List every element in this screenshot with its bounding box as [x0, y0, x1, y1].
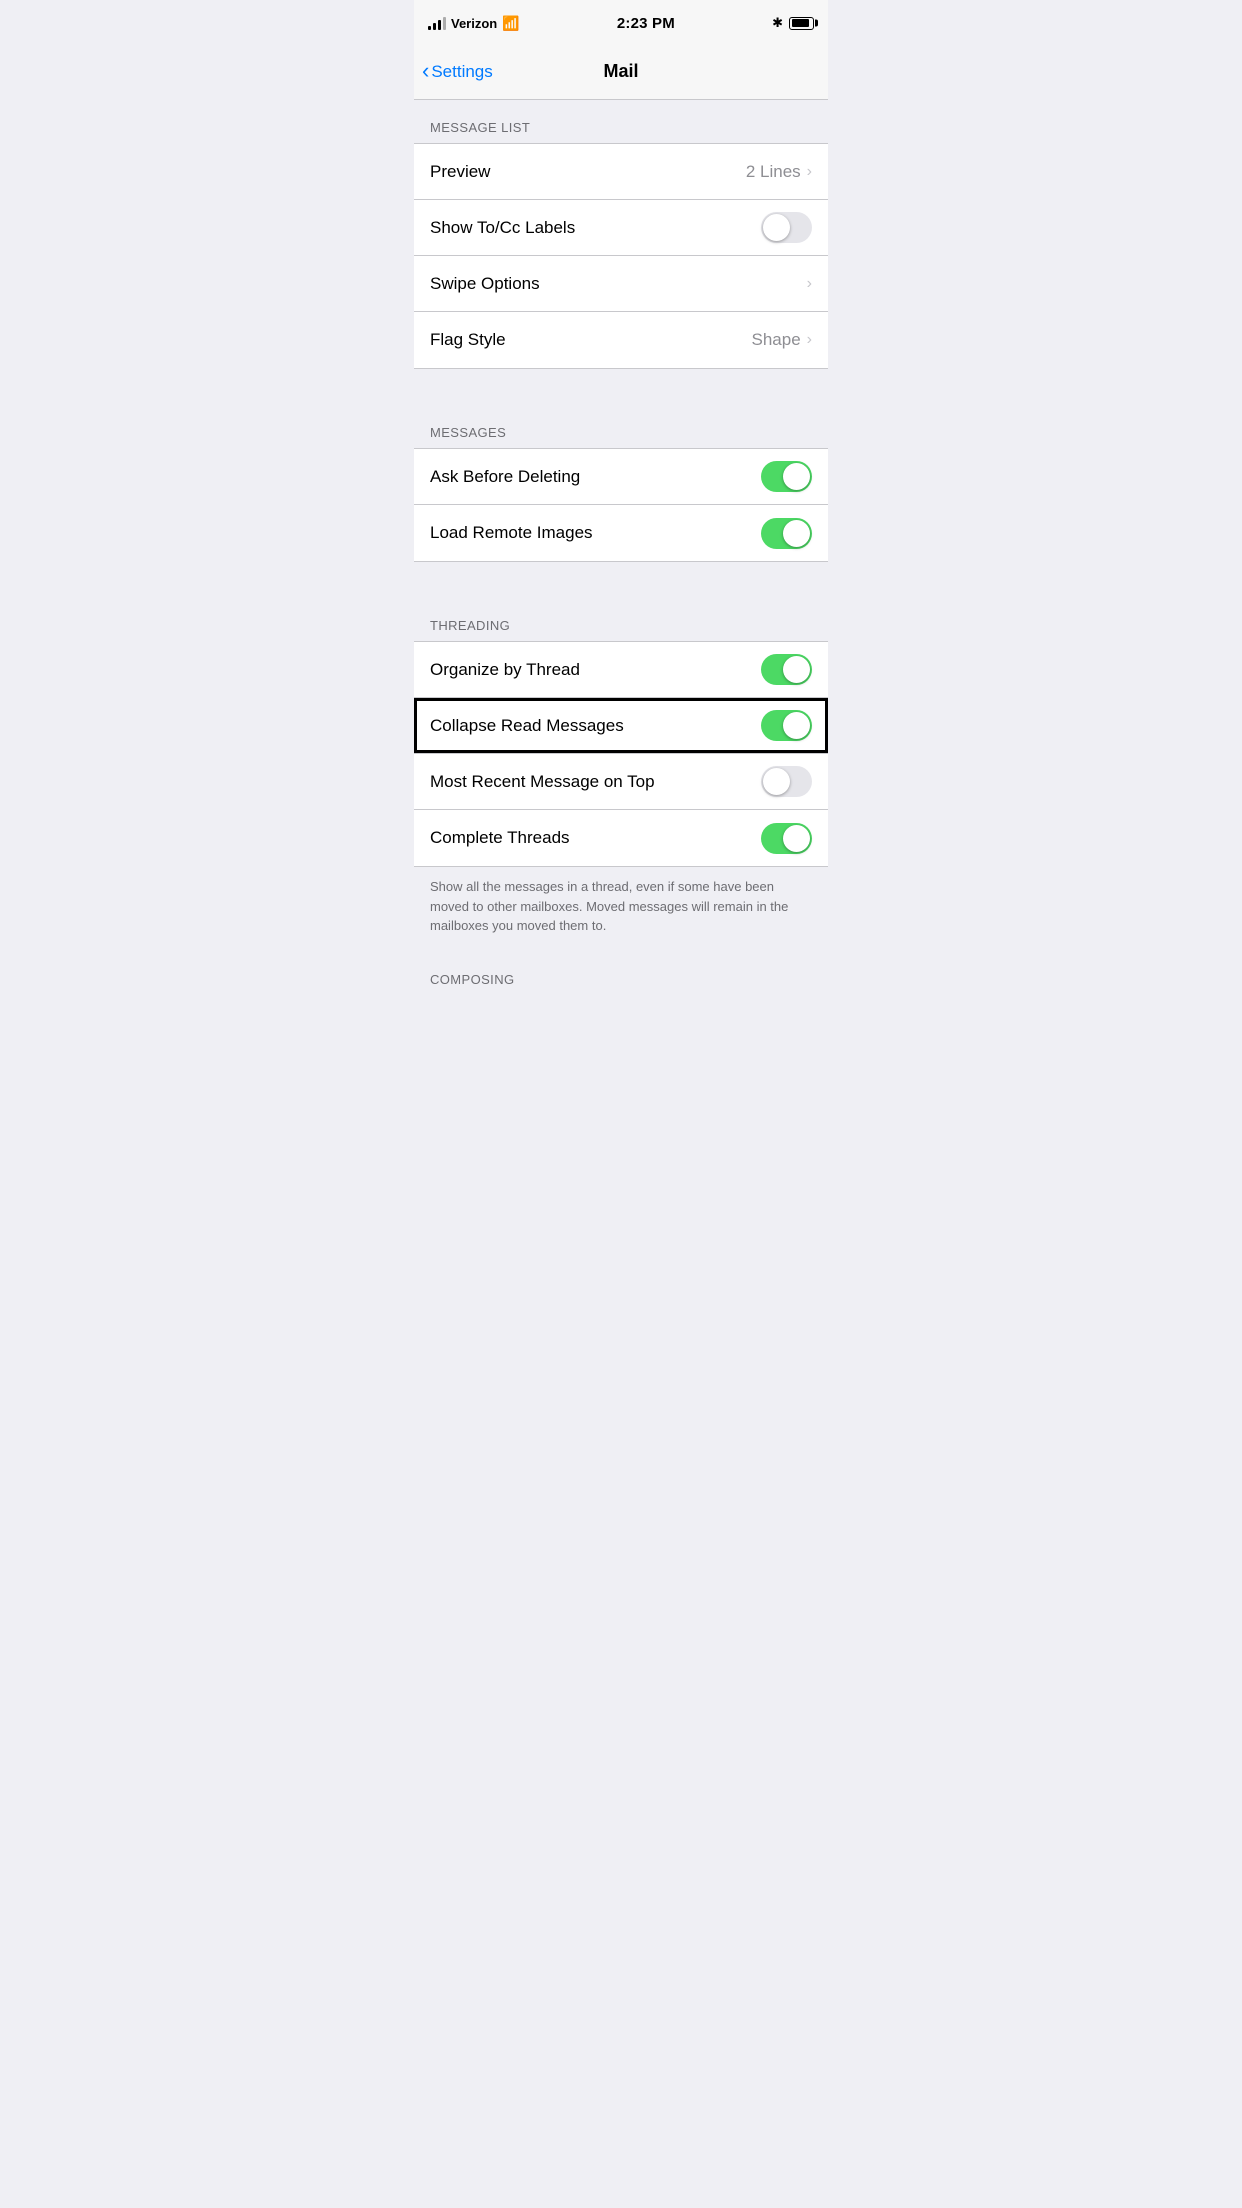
preview-row[interactable]: Preview 2 Lines ›	[414, 144, 828, 200]
flag-style-label: Flag Style	[430, 330, 506, 350]
carrier-label: Verizon	[451, 16, 497, 31]
toggle-knob	[783, 712, 810, 739]
load-remote-images-toggle[interactable]	[761, 518, 812, 549]
threading-section-header: THREADING	[414, 598, 828, 641]
status-left: Verizon 📶	[428, 15, 520, 32]
load-remote-images-label: Load Remote Images	[430, 523, 593, 543]
collapse-read-messages-toggle[interactable]	[761, 710, 812, 741]
ask-before-deleting-toggle[interactable]	[761, 461, 812, 492]
organize-by-thread-toggle[interactable]	[761, 654, 812, 685]
back-chevron-icon: ‹	[422, 60, 429, 82]
composing-section-header: COMPOSING	[414, 952, 828, 995]
toggle-knob	[763, 768, 790, 795]
preview-chevron-icon: ›	[807, 163, 812, 181]
flag-style-chevron-icon: ›	[807, 331, 812, 349]
battery-icon	[789, 17, 814, 30]
ask-before-deleting-row[interactable]: Ask Before Deleting	[414, 449, 828, 505]
most-recent-on-top-toggle[interactable]	[761, 766, 812, 797]
flag-style-row[interactable]: Flag Style Shape ›	[414, 312, 828, 368]
organize-by-thread-row[interactable]: Organize by Thread	[414, 642, 828, 698]
message-list-group: Preview 2 Lines › Show To/Cc Labels Swip…	[414, 143, 828, 369]
organize-by-thread-label: Organize by Thread	[430, 660, 580, 680]
message-list-section-header: MESSAGE LIST	[414, 100, 828, 143]
toggle-knob	[763, 214, 790, 241]
messages-group: Ask Before Deleting Load Remote Images	[414, 448, 828, 562]
flag-style-value: Shape	[752, 330, 801, 350]
status-time: 2:23 PM	[617, 15, 675, 32]
toggle-knob	[783, 520, 810, 547]
messages-section-header: MESSAGES	[414, 405, 828, 448]
most-recent-on-top-label: Most Recent Message on Top	[430, 772, 655, 792]
back-button[interactable]: ‹ Settings	[422, 61, 493, 82]
complete-threads-label: Complete Threads	[430, 828, 570, 848]
spacer-1	[414, 369, 828, 405]
preview-value: 2 Lines	[746, 162, 801, 182]
preview-right: 2 Lines ›	[746, 162, 812, 182]
show-tocc-row[interactable]: Show To/Cc Labels	[414, 200, 828, 256]
collapse-read-messages-row[interactable]: Collapse Read Messages	[414, 698, 828, 754]
page-title: Mail	[603, 61, 638, 82]
toggle-knob	[783, 825, 810, 852]
toggle-knob	[783, 463, 810, 490]
status-bar: Verizon 📶 2:23 PM ✱	[414, 0, 828, 44]
most-recent-on-top-row[interactable]: Most Recent Message on Top	[414, 754, 828, 810]
ask-before-deleting-label: Ask Before Deleting	[430, 467, 580, 487]
bluetooth-icon: ✱	[772, 15, 783, 31]
complete-threads-description: Show all the messages in a thread, even …	[414, 867, 828, 952]
swipe-options-label: Swipe Options	[430, 274, 540, 294]
load-remote-images-row[interactable]: Load Remote Images	[414, 505, 828, 561]
show-tocc-toggle[interactable]	[761, 212, 812, 243]
navigation-bar: ‹ Settings Mail	[414, 44, 828, 100]
preview-label: Preview	[430, 162, 490, 182]
back-label: Settings	[431, 62, 492, 82]
spacer-2	[414, 562, 828, 598]
status-right: ✱	[772, 15, 814, 31]
flag-style-right: Shape ›	[752, 330, 813, 350]
threading-group: Organize by Thread Collapse Read Message…	[414, 641, 828, 867]
swipe-options-right: ›	[807, 275, 812, 293]
toggle-knob	[783, 656, 810, 683]
collapse-read-messages-label: Collapse Read Messages	[430, 716, 624, 736]
signal-bars-icon	[428, 16, 446, 30]
wifi-icon: 📶	[502, 15, 519, 32]
swipe-options-row[interactable]: Swipe Options ›	[414, 256, 828, 312]
swipe-options-chevron-icon: ›	[807, 275, 812, 293]
show-tocc-label: Show To/Cc Labels	[430, 218, 575, 238]
complete-threads-toggle[interactable]	[761, 823, 812, 854]
complete-threads-row[interactable]: Complete Threads	[414, 810, 828, 866]
